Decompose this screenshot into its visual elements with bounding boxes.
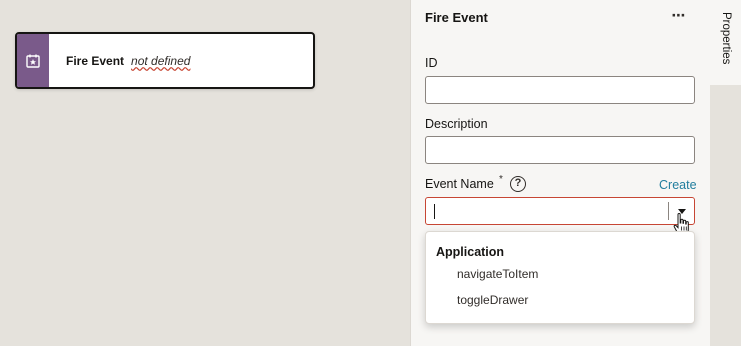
flow-canvas[interactable]: Fire Event not defined	[0, 0, 410, 346]
event-name-select[interactable]	[425, 197, 695, 225]
text-caret	[434, 204, 435, 219]
more-options-button[interactable]: ⋯	[669, 8, 689, 26]
create-event-link[interactable]: Create	[659, 178, 697, 192]
id-label: ID	[425, 56, 438, 70]
dropdown-option-toggle-drawer[interactable]: toggleDrawer	[457, 293, 528, 307]
select-divider	[668, 202, 669, 220]
help-icon[interactable]: ?	[510, 176, 526, 192]
side-tab-rail: Properties	[710, 0, 741, 346]
dropdown-group-header: Application	[436, 245, 505, 259]
fire-event-node[interactable]: Fire Event not defined	[15, 32, 315, 89]
required-indicator: *	[499, 174, 503, 185]
node-status: not defined	[131, 53, 191, 68]
event-name-label: Event Name	[425, 177, 494, 191]
id-field[interactable]	[425, 76, 695, 104]
panel-title: Fire Event	[425, 10, 488, 25]
properties-panel: Fire Event ⋯ ID Description Event Name *…	[410, 0, 710, 346]
description-field[interactable]	[425, 136, 695, 164]
node-title: Fire Event	[66, 53, 125, 68]
node-type-strip	[17, 34, 49, 87]
description-label: Description	[425, 117, 488, 131]
tab-properties[interactable]: Properties	[710, 0, 741, 85]
calendar-event-icon	[26, 54, 40, 68]
tab-properties-label: Properties	[720, 12, 732, 65]
event-name-dropdown: Application navigateToItem toggleDrawer	[425, 231, 695, 324]
dropdown-option-navigate-to-item[interactable]: navigateToItem	[457, 267, 538, 281]
